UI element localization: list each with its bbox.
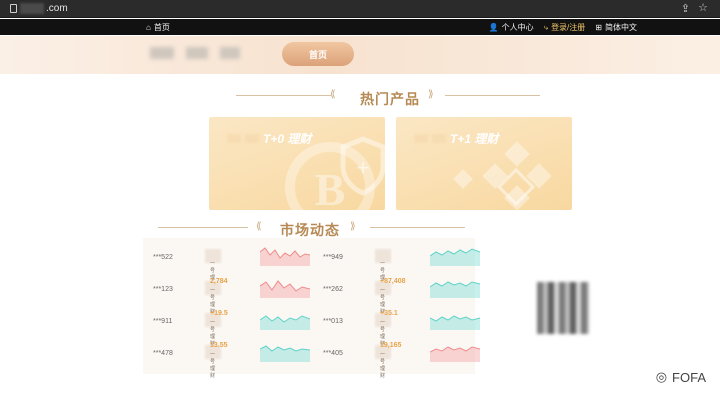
url-text[interactable]: .com bbox=[46, 3, 68, 14]
trend-sparkline bbox=[430, 346, 480, 362]
top-nav: ⌂ 首页 👤 个人中心 ⤷ 登录/注册 ⊞ 简体中文 bbox=[0, 19, 720, 35]
lock-icon bbox=[10, 4, 17, 13]
product-card-t1[interactable]: T+1 理财 bbox=[396, 117, 572, 210]
trend-sparkline bbox=[260, 345, 310, 362]
nav-login[interactable]: ⤷ 登录/注册 bbox=[544, 22, 586, 33]
divider-line bbox=[370, 227, 465, 228]
market-user: ***949 bbox=[323, 254, 343, 261]
chevron-right-icon: ⟫ bbox=[428, 89, 434, 100]
blurred-logo bbox=[220, 47, 240, 59]
market-value: 2,784 bbox=[210, 278, 228, 285]
nav-language-label: 简体中文 bbox=[605, 23, 637, 32]
nav-user-center[interactable]: 👤 个人中心 bbox=[489, 22, 534, 33]
market-panel: ***522 一号理财 ***123 2,784 一号理财 ***911 +19… bbox=[143, 238, 480, 379]
nav-home-label: 首页 bbox=[153, 23, 170, 32]
diamond-pattern-icon bbox=[453, 141, 552, 210]
divider-line bbox=[236, 95, 331, 96]
market-value: +87,408 bbox=[380, 278, 406, 285]
chevron-right-icon: ⟫ bbox=[350, 221, 356, 232]
user-icon: 👤 bbox=[488, 23, 499, 32]
trend-sparkline bbox=[260, 247, 310, 266]
market-user: ***405 bbox=[323, 350, 343, 357]
product-card-t0[interactable]: T+0 理财 + B bbox=[209, 117, 385, 210]
trend-sparkline bbox=[260, 280, 310, 298]
chevron-left-icon: ⟪ bbox=[330, 89, 336, 100]
market-user: ***478 bbox=[153, 350, 173, 357]
blurred-qr-code bbox=[537, 282, 589, 334]
home-icon: ⌂ bbox=[146, 23, 151, 32]
trend-sparkline bbox=[430, 315, 480, 330]
watermark-text: FOFA bbox=[672, 369, 706, 385]
market-value: +35.1 bbox=[380, 310, 398, 317]
svg-text:B: B bbox=[315, 164, 346, 210]
market-value: +19.5 bbox=[210, 310, 228, 317]
bitcoin-icon: + B bbox=[285, 136, 385, 210]
market-product: 一号理财 bbox=[210, 352, 216, 379]
nav-login-label: 登录/注册 bbox=[551, 23, 586, 32]
watermark: ◎ FOFA bbox=[656, 369, 706, 385]
blurred-logo bbox=[150, 47, 174, 59]
wechat-icon: ◎ bbox=[655, 369, 668, 384]
header-banner: 首页 bbox=[0, 36, 720, 74]
browser-bar: .com ⇪ ☆ bbox=[0, 0, 720, 18]
market-title: 市场动态 bbox=[280, 222, 340, 238]
divider-line bbox=[445, 95, 540, 96]
market-user: ***911 bbox=[153, 318, 173, 325]
market-value: 13.55 bbox=[210, 342, 228, 349]
market-user: ***262 bbox=[323, 286, 343, 293]
market-user: ***522 bbox=[153, 254, 173, 261]
market-product: 一号理财 bbox=[380, 352, 386, 379]
blurred-logo bbox=[186, 47, 208, 59]
translate-icon: ⊞ bbox=[595, 23, 602, 32]
divider-line bbox=[158, 227, 248, 228]
home-pill-button[interactable]: 首页 bbox=[282, 42, 354, 66]
star-icon[interactable]: ☆ bbox=[698, 1, 708, 14]
trend-sparkline bbox=[260, 315, 310, 330]
share-icon[interactable]: ⇪ bbox=[681, 2, 690, 15]
nav-user-center-label: 个人中心 bbox=[501, 23, 534, 32]
market-user: ***123 bbox=[153, 286, 173, 293]
blurred-domain bbox=[20, 3, 44, 14]
trend-sparkline bbox=[430, 281, 480, 298]
market-value: 19,165 bbox=[380, 342, 402, 349]
nav-language[interactable]: ⊞ 简体中文 bbox=[595, 22, 637, 33]
nav-home[interactable]: ⌂ 首页 bbox=[146, 22, 170, 33]
market-user: ***013 bbox=[323, 318, 343, 325]
hot-products-title: 热门产品 bbox=[360, 91, 420, 107]
chevron-left-icon: ⟪ bbox=[256, 221, 262, 232]
login-icon: ⤷ bbox=[543, 22, 549, 32]
trend-sparkline bbox=[430, 248, 480, 266]
